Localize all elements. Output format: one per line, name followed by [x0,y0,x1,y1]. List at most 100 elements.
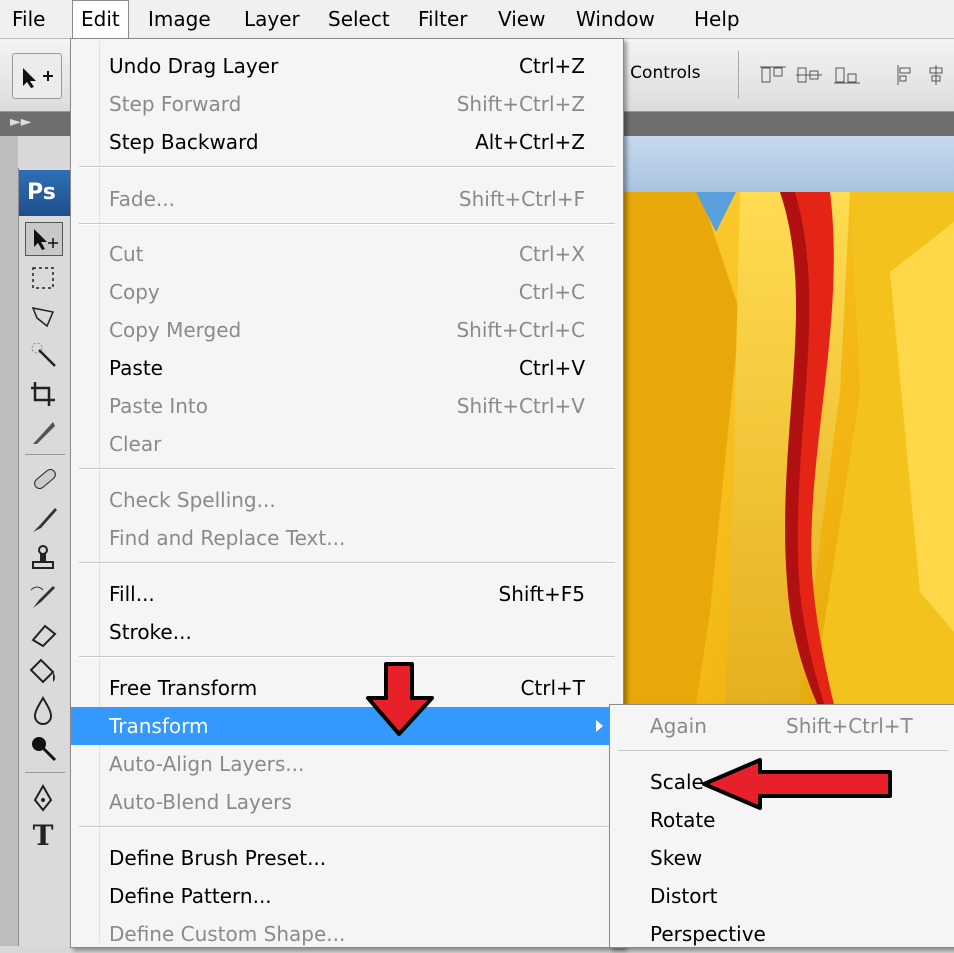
menu-item-label: Paste Into [109,394,208,418]
menu-edit[interactable]: Edit [72,0,129,38]
menu-item-label: Distort [650,884,718,908]
menu-separator [79,562,615,564]
pen-tool-icon[interactable] [25,782,61,814]
menu-item-transform[interactable]: Transform [71,707,623,745]
menu-separator [79,656,615,658]
document-title-bar [620,136,954,192]
menu-item-label: Auto-Blend Layers [109,790,292,814]
lasso-tool-icon[interactable] [25,300,61,332]
move-tool-preset-button[interactable] [12,53,62,99]
menu-item-label: Define Custom Shape... [109,922,346,946]
menu-separator [79,826,615,828]
quick-selection-tool-icon[interactable] [25,338,61,370]
menu-item-label: Check Spelling... [109,488,276,512]
menu-item-label: Again [650,714,707,738]
menu-item-auto-blend-layers[interactable]: Auto-Blend Layers [71,783,623,821]
menu-item-clear[interactable]: Clear [71,425,623,463]
align-left-icon[interactable] [896,65,918,85]
slice-tool-icon[interactable] [25,416,61,448]
menu-item-cut[interactable]: Cut Ctrl+X [71,235,623,273]
menu-item-label: Skew [650,846,703,870]
submenu-arrow-icon [596,720,603,732]
menu-item-check-spelling[interactable]: Check Spelling... [71,481,623,519]
menu-item-define-pattern[interactable]: Define Pattern... [71,877,623,915]
menu-item-label: Perspective [650,922,766,946]
menu-item-shortcut: Shift+Ctrl+F [458,187,585,211]
menu-item-paste[interactable]: Paste Ctrl+V [71,349,623,387]
menu-item-step-forward[interactable]: Step Forward Shift+Ctrl+Z [71,85,623,123]
eraser-tool-icon[interactable] [25,618,61,650]
menu-item-copy-merged[interactable]: Copy Merged Shift+Ctrl+C [71,311,623,349]
align-hcenter-icon[interactable] [926,65,948,85]
submenu-item-distort[interactable]: Distort [610,877,954,915]
menu-separator [79,468,615,470]
blur-tool-icon[interactable] [25,694,61,726]
clone-stamp-tool-icon[interactable] [25,542,61,574]
menu-filter[interactable]: Filter [410,0,476,38]
menu-item-label: Free Transform [109,676,258,700]
menu-view[interactable]: View [490,0,553,38]
move-tool-icon[interactable] [25,222,63,256]
align-bottom-icon[interactable] [834,65,864,85]
options-separator [738,51,739,99]
submenu-item-perspective[interactable]: Perspective [610,915,954,953]
menu-item-label: Step Forward [109,92,242,116]
menu-item-shortcut: Ctrl+C [518,280,585,304]
menu-window[interactable]: Window [568,0,663,38]
history-brush-tool-icon[interactable] [25,580,61,612]
menu-item-shortcut: Ctrl+T [520,676,585,700]
menu-item-label: Define Brush Preset... [109,846,327,870]
menu-select[interactable]: Select [320,0,398,38]
align-top-icon[interactable] [760,65,790,85]
annotation-left-arrow-icon [702,758,892,810]
transform-submenu: Again Shift+Ctrl+T Scale Rotate Skew Dis… [609,704,954,948]
menu-item-label: Clear [109,432,162,456]
dodge-tool-icon[interactable] [25,732,61,764]
type-tool-icon[interactable]: T [25,820,61,852]
edit-menu: Undo Drag Layer Ctrl+Z Step Forward Shif… [70,38,624,948]
menu-item-paste-into[interactable]: Paste Into Shift+Ctrl+V [71,387,623,425]
menu-item-fill[interactable]: Fill... Shift+F5 [71,575,623,613]
menu-item-fade[interactable]: Fade... Shift+Ctrl+F [71,180,623,218]
move-icon [23,68,53,88]
menu-item-step-backward[interactable]: Step Backward Alt+Ctrl+Z [71,123,623,161]
healing-brush-tool-icon[interactable] [25,464,61,496]
menu-item-label: Fade... [109,187,175,211]
menu-item-shortcut: Shift+F5 [498,582,585,606]
marquee-tool-icon[interactable] [25,262,61,294]
menu-item-copy[interactable]: Copy Ctrl+C [71,273,623,311]
menu-item-define-brush-preset[interactable]: Define Brush Preset... [71,839,623,877]
menu-item-label: Step Backward [109,130,259,154]
menu-file[interactable]: File [4,0,53,38]
menu-help[interactable]: Help [686,0,748,38]
menu-image[interactable]: Image [140,0,219,38]
menu-item-shortcut: Shift+Ctrl+T [786,714,913,738]
menu-item-free-transform[interactable]: Free Transform Ctrl+T [71,669,623,707]
menu-item-label: Cut [109,242,144,266]
menu-item-label: Auto-Align Layers... [109,752,305,776]
menu-item-find-replace[interactable]: Find and Replace Text... [71,519,623,557]
menu-item-define-custom-shape[interactable]: Define Custom Shape... [71,915,623,953]
menu-item-stroke[interactable]: Stroke... [71,613,623,651]
menu-item-auto-align-layers[interactable]: Auto-Align Layers... [71,745,623,783]
menu-item-label: Stroke... [109,620,192,644]
brush-tool-icon[interactable] [25,504,61,536]
menu-item-label: Paste [109,356,163,380]
menu-item-shortcut: Shift+Ctrl+Z [456,92,585,116]
menu-item-label: Undo Drag Layer [109,54,279,78]
menu-item-label: Transform [109,714,209,738]
left-edge [0,136,18,946]
align-vcenter-icon[interactable] [796,65,826,85]
menu-item-undo[interactable]: Undo Drag Layer Ctrl+Z [71,47,623,85]
toolbox: Ps T [18,168,72,946]
paint-bucket-tool-icon[interactable] [25,656,61,688]
crop-tool-icon[interactable] [25,378,61,410]
menu-layer[interactable]: Layer [236,0,308,38]
menu-separator [79,223,615,225]
menu-item-label: Scale [650,770,704,794]
submenu-item-again[interactable]: Again Shift+Ctrl+T [610,707,954,745]
menu-item-label: Fill... [109,582,155,606]
show-transform-controls-label[interactable]: n Controls [614,63,701,83]
expand-panels-icon[interactable]: ►► [10,114,32,130]
submenu-item-skew[interactable]: Skew [610,839,954,877]
